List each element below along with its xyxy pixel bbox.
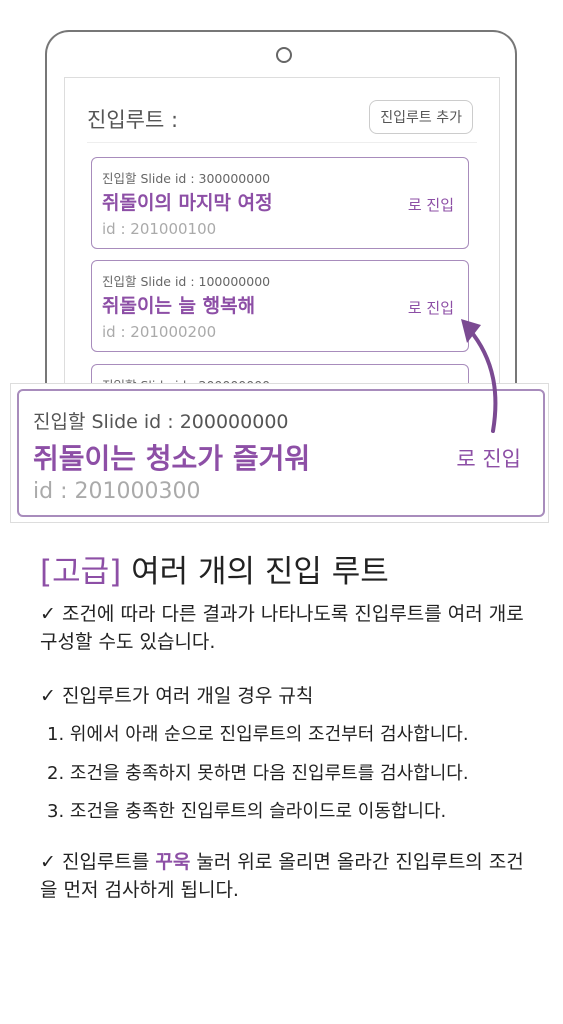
entry-route-card[interactable]: 진입할 Slide id : 100000000 쥐돌이는 늘 행복해 id :… — [91, 260, 469, 352]
note-paragraph: ✓ 조건에 따라 다른 결과가 나타나도록 진입루트를 여러 개로 구성할 수도… — [40, 603, 524, 653]
rule-item: 1. 위에서 아래 순으로 진입루트의 조건부터 검사합니다. — [47, 724, 469, 745]
rule-item: 3. 조건을 충족한 진입루트의 슬라이드로 이동합니다. — [47, 801, 447, 822]
card-enter-label: 로 진입 — [456, 447, 521, 471]
heading-title: 여러 개의 진입 루트 — [131, 554, 389, 590]
rule-item: 2. 조건을 충족하지 못하면 다음 진입루트를 검사합니다. — [47, 763, 469, 784]
note-text: ✓ 진입루트를 — [40, 851, 156, 873]
note-paragraph: ✓ 진입루트를 꾸욱 눌러 위로 올리면 올라간 진입루트의 조건을 먼저 검사… — [40, 848, 540, 904]
card-title: 쥐돌이의 마지막 여정 — [102, 192, 273, 214]
card-condition: 진입할 Slide id : 300000000 — [102, 171, 271, 186]
note-rules-title: ✓ 진입루트가 여러 개일 경우 규칙 — [40, 685, 314, 707]
card-id: id : 201000200 — [102, 323, 217, 341]
entry-route-title: 진입루트 : — [87, 108, 179, 132]
card-id: id : 201000300 — [33, 479, 201, 504]
card-condition: 진입할 Slide id : 200000000 — [33, 411, 289, 433]
drag-up-arrow-icon — [461, 319, 498, 433]
advanced-tag: [고급] — [40, 554, 122, 590]
card-id: id : 201000100 — [102, 220, 217, 238]
card-enter-label: 로 진입 — [407, 299, 454, 317]
card-condition: 진입할 Slide id : 100000000 — [102, 274, 271, 289]
card-title: 쥐돌이는 늘 행복해 — [102, 295, 256, 317]
camera-icon — [276, 47, 292, 63]
entry-route-card[interactable]: 진입할 Slide id : 300000000 쥐돌이의 마지막 여정 id … — [91, 157, 469, 249]
divider — [87, 142, 477, 143]
highlight-text: 꾸욱 — [155, 851, 191, 873]
card-title: 쥐돌이는 청소가 즐거워 — [33, 442, 311, 475]
add-entry-route-button[interactable]: 진입루트 추가 — [369, 100, 473, 134]
card-enter-label: 로 진입 — [407, 196, 454, 214]
section-heading: [고급] 여러 개의 진입 루트 — [40, 546, 389, 591]
